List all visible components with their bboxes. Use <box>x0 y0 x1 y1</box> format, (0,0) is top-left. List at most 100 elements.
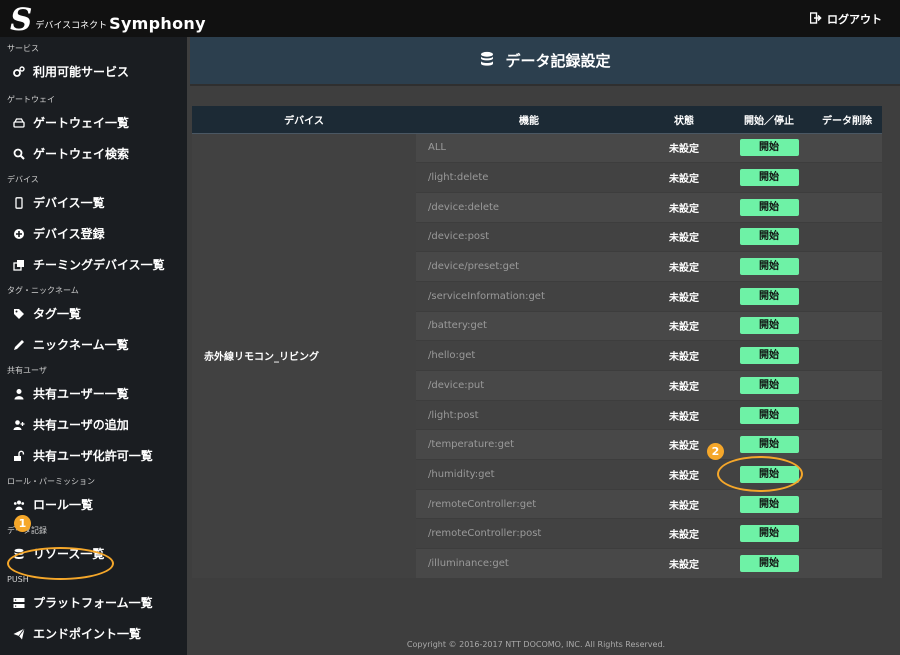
server-icon <box>12 596 25 609</box>
plus-circle-icon <box>12 227 25 240</box>
cogs-icon <box>12 65 25 78</box>
search-icon <box>12 147 25 160</box>
delete-data-cell <box>812 221 882 252</box>
start-button[interactable]: 開始 <box>739 258 799 276</box>
sidebar-item-label: エンドポイント一覧 <box>33 627 142 641</box>
function-cell: /device:put <box>416 370 642 401</box>
start-button[interactable]: 開始 <box>739 287 799 305</box>
hdd-icon <box>12 116 25 129</box>
table-header-row: デバイス 機能 状態 開始／停止 データ削除 <box>192 106 882 134</box>
action-cell: 開始 <box>726 518 812 549</box>
function-cell: /hello:get <box>416 340 642 371</box>
user-icon <box>12 387 25 400</box>
sidebar-item-nickname-list[interactable]: ニックネーム一覧 <box>0 329 187 360</box>
sidebar-item-available-services[interactable]: 利用可能サービス <box>0 56 187 87</box>
sidebar-item-label: タグ一覧 <box>33 307 82 321</box>
status-cell: 未設定 <box>642 280 726 312</box>
action-cell: 開始 <box>726 370 812 401</box>
sidebar-item-gateway-list[interactable]: ゲートウェイ一覧 <box>0 107 187 138</box>
status-cell: 未設定 <box>642 488 726 519</box>
function-cell: /light:delete <box>416 162 642 193</box>
mobile-icon <box>12 196 25 209</box>
section-device: デバイス <box>7 175 39 184</box>
status-cell: 未設定 <box>642 399 726 430</box>
sidebar-item-device-register[interactable]: デバイス登録 <box>0 218 187 249</box>
action-cell: 開始 <box>726 132 812 163</box>
start-button[interactable]: 開始 <box>739 436 799 454</box>
start-button[interactable]: 開始 <box>739 228 799 246</box>
sidebar-item-teaming-device-list[interactable]: チーミングデバイス一覧 <box>0 249 187 280</box>
action-cell: 開始 <box>726 191 812 223</box>
start-button[interactable]: 開始 <box>739 198 799 216</box>
database-icon <box>479 51 495 71</box>
start-button[interactable]: 開始 <box>739 169 799 187</box>
user-plus-icon <box>12 418 25 431</box>
sidebar-item-role-list[interactable]: ロール一覧 <box>0 489 187 520</box>
section-shared-user: 共有ユーザ <box>7 366 47 375</box>
annotation-ring-1 <box>7 547 114 580</box>
function-cell: /illuminance:get <box>416 548 642 579</box>
sidebar-item-platform-list[interactable]: プラットフォーム一覧 <box>0 587 187 618</box>
function-cell: /temperature:get <box>416 429 642 460</box>
status-cell: 未設定 <box>642 162 726 193</box>
status-cell: 未設定 <box>642 221 726 252</box>
start-button[interactable]: 開始 <box>739 139 799 157</box>
logout-button[interactable]: ログアウト <box>809 11 882 27</box>
logo-subtitle: デバイスコネクト <box>35 21 108 31</box>
users-icon <box>12 498 25 511</box>
section-tag-nickname: タグ・ニックネーム <box>7 286 79 295</box>
tags-icon <box>12 307 25 320</box>
pencil-icon <box>12 338 25 351</box>
delete-data-cell <box>812 370 882 401</box>
status-cell: 未設定 <box>642 251 726 282</box>
function-cell: ALL <box>416 132 642 163</box>
start-button[interactable]: 開始 <box>739 495 799 513</box>
delete-data-cell <box>812 251 882 282</box>
sidebar-item-label: ゲートウェイ検索 <box>33 147 130 161</box>
action-cell: 開始 <box>726 162 812 193</box>
delete-data-cell <box>812 399 882 430</box>
column-header-status: 状態 <box>642 106 726 134</box>
status-cell: 未設定 <box>642 459 726 490</box>
start-button[interactable]: 開始 <box>739 376 799 394</box>
paper-plane-icon <box>12 627 25 640</box>
start-button[interactable]: 開始 <box>739 555 799 573</box>
start-button[interactable]: 開始 <box>739 406 799 424</box>
unlock-icon <box>12 449 25 462</box>
action-cell: 開始 <box>726 340 812 371</box>
sidebar-item-tag-list[interactable]: タグ一覧 <box>0 298 187 329</box>
action-cell: 開始 <box>726 280 812 312</box>
app-logo[interactable]: S デバイスコネクト Symphony <box>10 3 206 36</box>
header-divider <box>190 84 900 86</box>
action-cell: 開始 <box>726 399 812 430</box>
sidebar-item-label: ニックネーム一覧 <box>33 338 129 352</box>
sidebar-item-gateway-search[interactable]: ゲートウェイ検索 <box>0 138 187 169</box>
data-record-table: デバイス 機能 状態 開始／停止 データ削除 赤外線リモコン_リビング ALL 未設… <box>192 106 882 579</box>
delete-data-cell <box>812 488 882 519</box>
page-header: データ記録設定 <box>190 37 900 84</box>
function-cell: /humidity:get <box>416 459 642 490</box>
section-role-permission: ロール・パーミッション <box>7 477 95 486</box>
sidebar-item-label: 共有ユーザの追加 <box>33 418 129 432</box>
function-cell: /device:delete <box>416 191 642 223</box>
action-cell: 開始 <box>726 429 812 460</box>
start-button[interactable]: 開始 <box>739 525 799 543</box>
function-cell: /light:post <box>416 399 642 430</box>
action-cell: 開始 <box>726 310 812 341</box>
delete-data-cell <box>812 429 882 460</box>
top-bar: S デバイスコネクト Symphony ログアウト <box>0 0 900 37</box>
delete-data-cell <box>812 280 882 312</box>
function-cell: /remoteController:get <box>416 488 642 519</box>
status-cell: 未設定 <box>642 518 726 549</box>
sidebar-item-label: デバイス一覧 <box>33 196 105 210</box>
sidebar-item-endpoint-list[interactable]: エンドポイント一覧 <box>0 618 187 649</box>
sidebar-item-shared-user-list[interactable]: 共有ユーザー一覧 <box>0 378 187 409</box>
function-cell: /battery:get <box>416 310 642 341</box>
sidebar-item-shared-user-permission-list[interactable]: 共有ユーザ化許可一覧 <box>0 440 187 471</box>
clone-icon <box>12 258 25 271</box>
sidebar-item-device-list[interactable]: デバイス一覧 <box>0 187 187 218</box>
start-button[interactable]: 開始 <box>739 317 799 335</box>
start-button[interactable]: 開始 <box>739 347 799 365</box>
function-cell: /device/preset:get <box>416 251 642 282</box>
sidebar-item-add-shared-user[interactable]: 共有ユーザの追加 <box>0 409 187 440</box>
